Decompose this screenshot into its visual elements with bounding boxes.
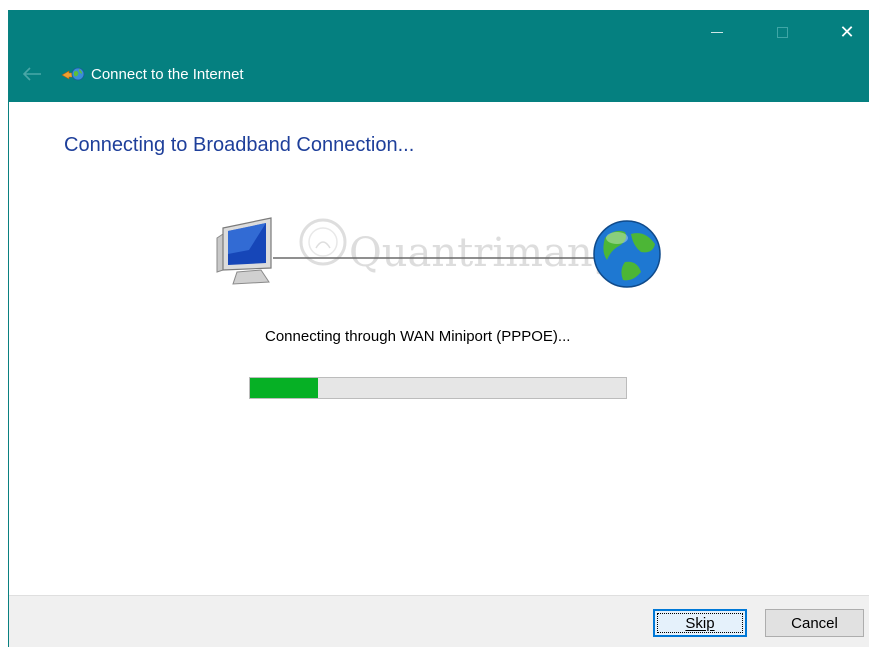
connect-to-internet-window: ✕ Connect to the Internet Connecting to … — [8, 10, 869, 647]
maximize-icon — [776, 26, 788, 38]
window-title: Connect to the Internet — [91, 66, 244, 83]
connection-illustration: Quantrimang — [216, 217, 661, 288]
network-connect-icon — [61, 67, 85, 81]
minimize-button[interactable] — [694, 10, 740, 54]
connection-progress-bar — [249, 377, 627, 399]
minimize-icon — [711, 31, 723, 33]
computer-icon — [216, 217, 272, 285]
cancel-button-label: Cancel — [791, 614, 838, 632]
page-heading: Connecting to Broadband Connection... — [64, 134, 415, 156]
cancel-button[interactable]: Cancel — [765, 609, 864, 637]
back-arrow-icon[interactable] — [19, 65, 43, 83]
dialog-footer: Skip Cancel — [9, 595, 869, 647]
title-bar: ✕ Connect to the Internet — [9, 10, 869, 102]
close-button[interactable]: ✕ — [824, 10, 869, 54]
progress-fill — [250, 378, 318, 398]
watermark-text: Quantrimang — [349, 230, 618, 276]
globe-icon — [593, 220, 661, 288]
status-text: Connecting through WAN Miniport (PPPOE).… — [265, 328, 571, 345]
skip-button[interactable]: Skip — [653, 609, 747, 637]
maximize-button[interactable] — [759, 10, 805, 54]
focus-ring — [657, 613, 743, 633]
close-icon: ✕ — [839, 21, 855, 42]
